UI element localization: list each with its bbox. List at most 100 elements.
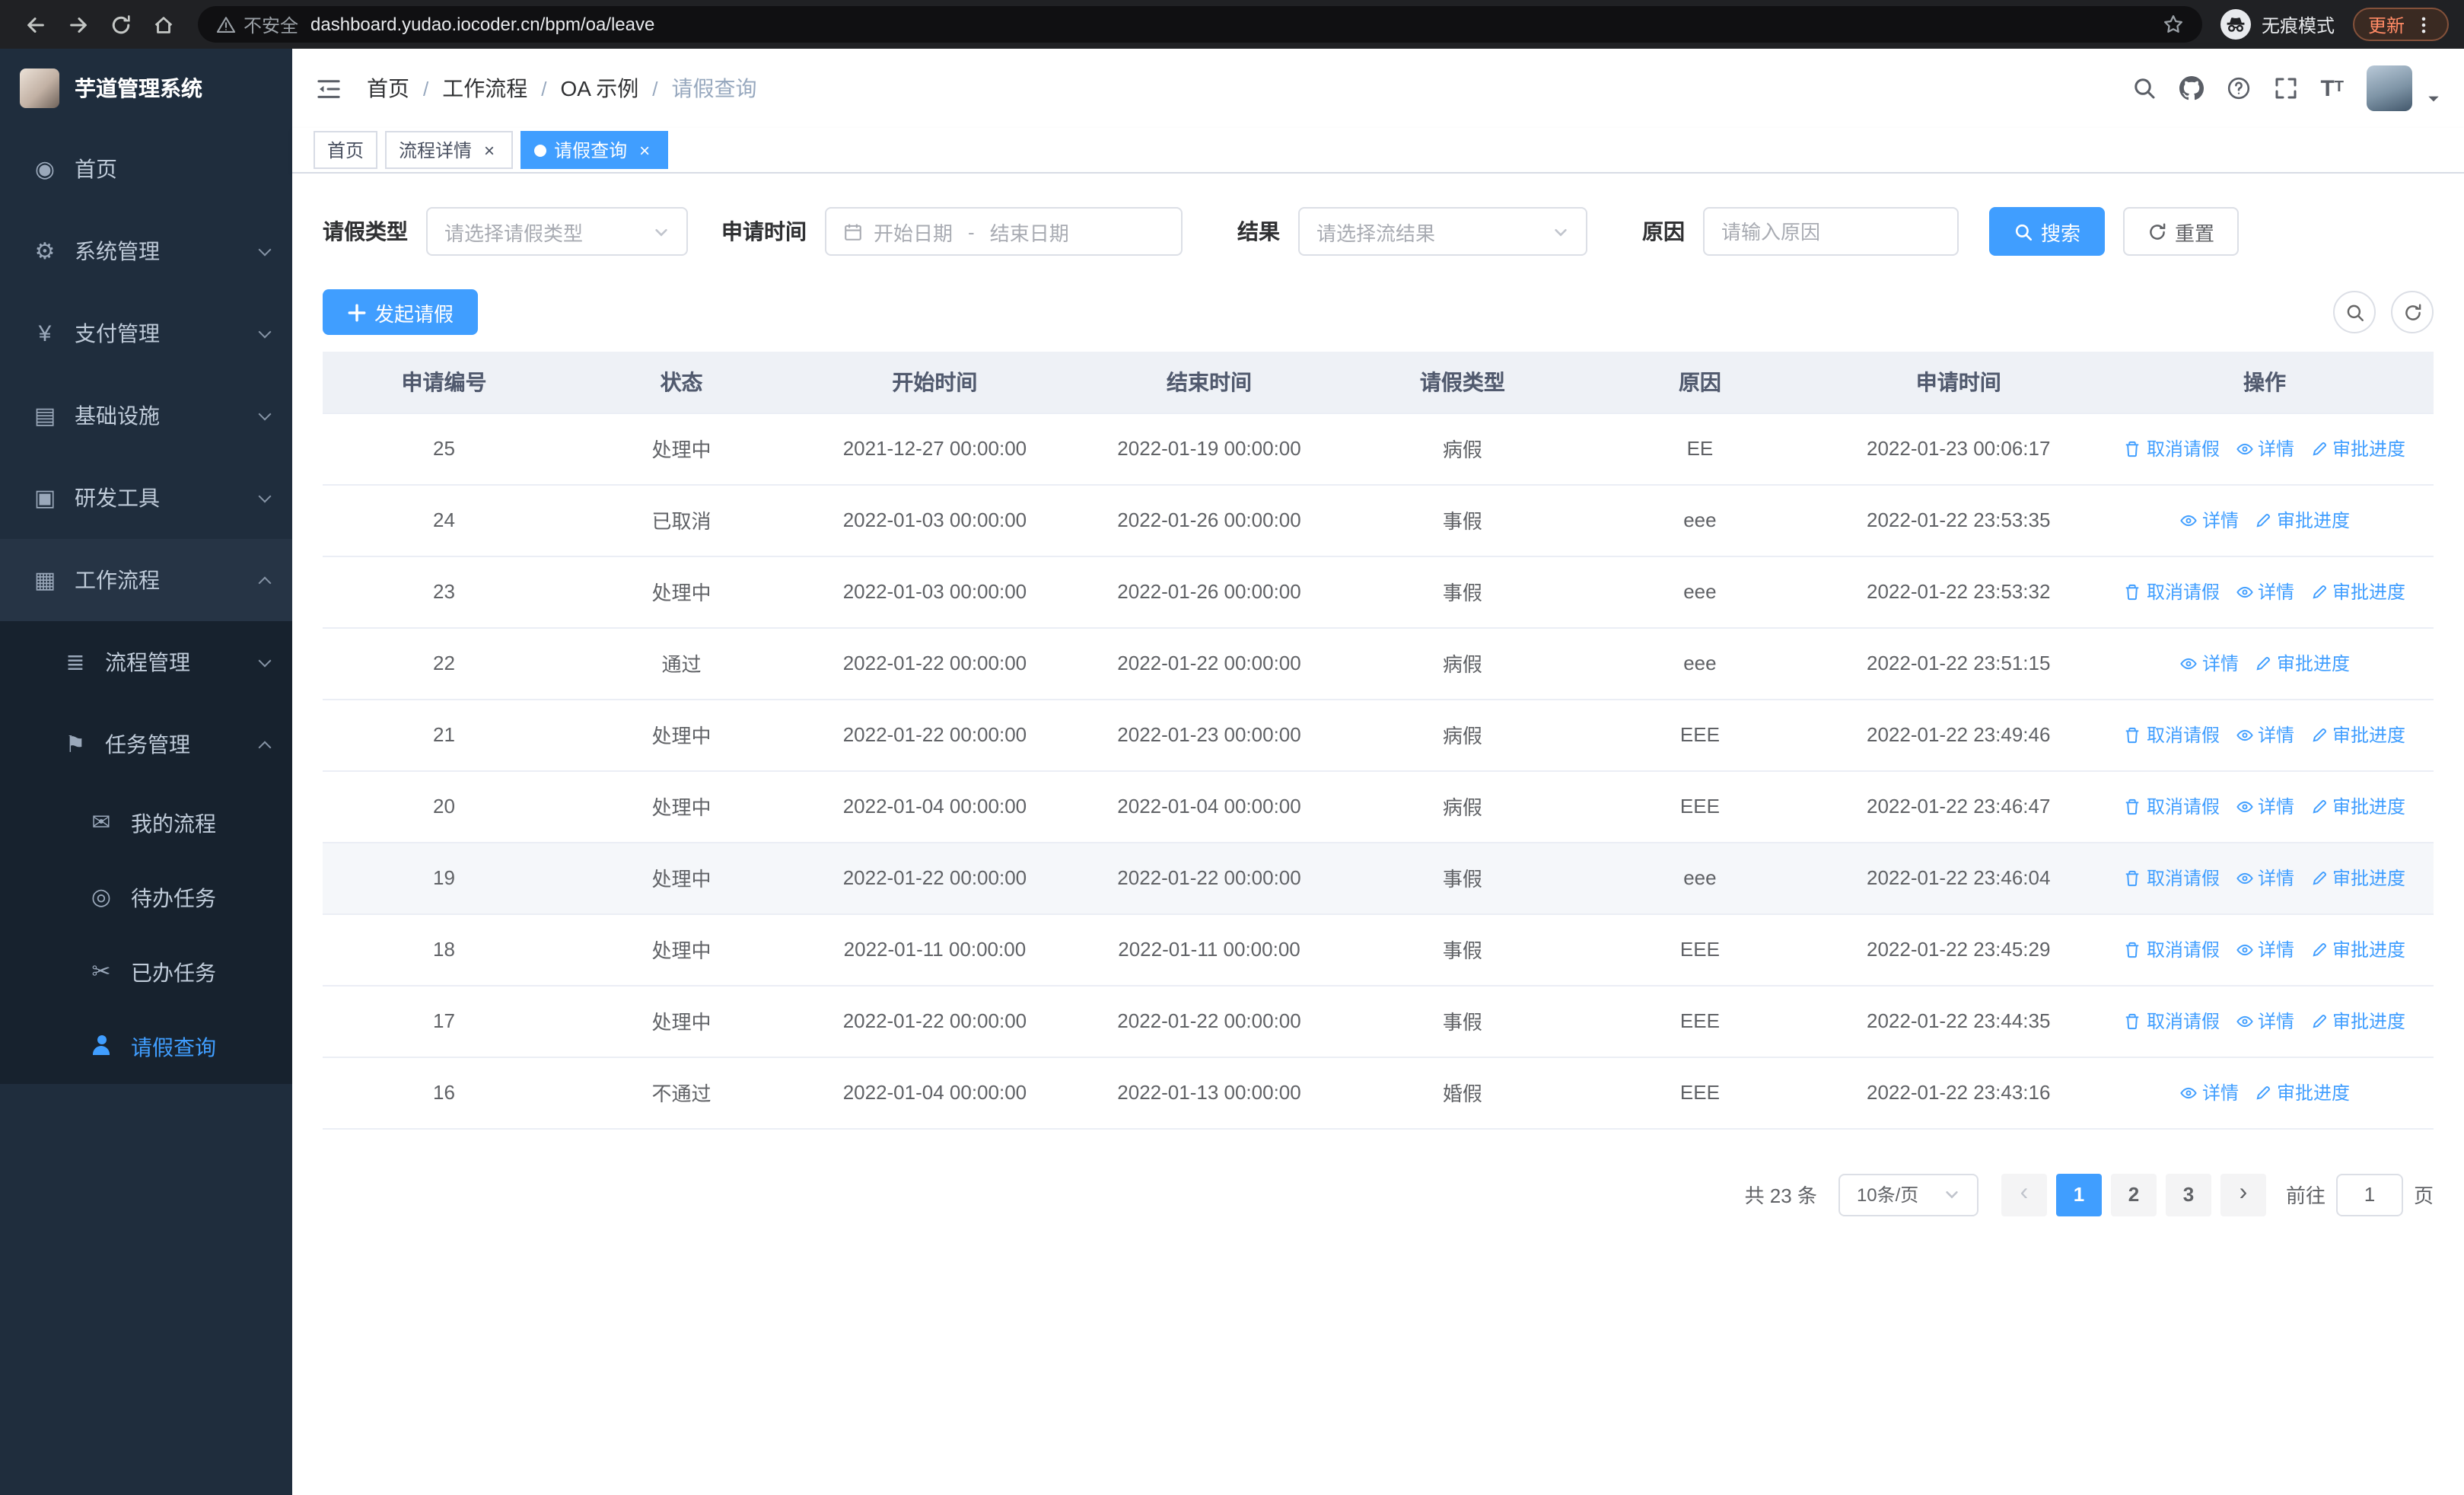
page-button-3[interactable]: 3 [2165, 1173, 2211, 1216]
detail-link[interactable]: 详情 [2235, 1008, 2294, 1034]
approval-progress-link[interactable]: 审批进度 [2310, 865, 2405, 891]
reason-input[interactable] [1721, 220, 1940, 243]
pen-icon [2256, 513, 2270, 527]
cell-apply-time: 2022-01-22 23:46:47 [1821, 770, 2096, 843]
sidebar-item-todo-tasks[interactable]: ◎ 待办任务 [0, 860, 292, 935]
trash-icon [2126, 583, 2140, 600]
sidebar-item-label: 首页 [75, 157, 117, 181]
refresh-table-button[interactable] [2391, 291, 2434, 333]
breadcrumb-item[interactable]: 首页 [367, 73, 409, 104]
tab-leave-query[interactable]: 请假查询 × [520, 131, 669, 169]
sidebar-item-home[interactable]: ◉ 首页 [0, 128, 292, 210]
approval-progress-link[interactable]: 审批进度 [2310, 1008, 2405, 1034]
user-avatar[interactable] [2367, 65, 2412, 111]
github-icon[interactable] [2179, 76, 2204, 100]
pen-icon [2312, 585, 2326, 598]
site-security-chip[interactable]: 不安全 [216, 11, 298, 37]
cancel-leave-link[interactable]: 取消请假 [2124, 722, 2220, 748]
page-size-select[interactable]: 10条/页 [1838, 1173, 1979, 1216]
approval-progress-link[interactable]: 审批进度 [2254, 507, 2350, 533]
cell-leave-type: 事假 [1346, 842, 1579, 914]
detail-link[interactable]: 详情 [2235, 722, 2294, 748]
approval-progress-link[interactable]: 审批进度 [2310, 793, 2405, 819]
chrome-update-button[interactable]: 更新 [2352, 8, 2449, 41]
detail-link[interactable]: 详情 [2235, 579, 2294, 604]
trash-icon [2126, 726, 2140, 743]
breadcrumb-item[interactable]: OA 示例 [561, 73, 639, 104]
help-icon[interactable] [2226, 76, 2250, 100]
reset-button[interactable]: 重置 [2123, 207, 2240, 256]
sidebar-item-payment-management[interactable]: ¥ 支付管理 [0, 292, 292, 375]
detail-link[interactable]: 详情 [2235, 936, 2294, 962]
user-menu-caret-icon[interactable] [2426, 91, 2441, 107]
approval-progress-link[interactable]: 审批进度 [2310, 579, 2405, 604]
approval-progress-link[interactable]: 审批进度 [2254, 1079, 2350, 1105]
cancel-leave-link[interactable]: 取消请假 [2124, 579, 2220, 604]
forward-button[interactable] [58, 5, 97, 44]
tab-process-detail[interactable]: 流程详情 × [385, 131, 514, 169]
sidebar-item-task-management[interactable]: ⚑ 任务管理 [0, 703, 292, 786]
result-select[interactable]: 请选择流结果 [1298, 207, 1587, 256]
sidebar-item-devtools[interactable]: ▣ 研发工具 [0, 457, 292, 539]
sidebar-item-system-management[interactable]: ⚙ 系统管理 [0, 210, 292, 292]
approval-progress-link[interactable]: 审批进度 [2310, 435, 2405, 461]
tab-home[interactable]: 首页 [314, 131, 378, 169]
detail-link[interactable]: 详情 [2235, 793, 2294, 819]
detail-link[interactable]: 详情 [2179, 507, 2239, 533]
trash-icon [2126, 440, 2140, 457]
close-icon[interactable]: × [635, 140, 654, 160]
font-size-icon[interactable]: TT [2320, 77, 2344, 100]
search-icon[interactable] [2131, 76, 2156, 100]
sidebar-item-my-process[interactable]: ✉ 我的流程 [0, 786, 292, 860]
cancel-leave-link[interactable]: 取消请假 [2124, 793, 2220, 819]
breadcrumb-item[interactable]: 工作流程 [442, 73, 527, 104]
detail-link[interactable]: 详情 [2179, 650, 2239, 676]
home-button[interactable] [143, 5, 183, 44]
toggle-search-button[interactable] [2333, 291, 2376, 333]
create-leave-label: 发起请假 [374, 302, 454, 325]
apply-time-range-picker[interactable]: 开始日期 - 结束日期 [825, 207, 1183, 256]
detail-link[interactable]: 详情 [2235, 435, 2294, 461]
process-icon: ≣ [65, 649, 85, 675]
cell-end-time: 2022-01-04 00:00:00 [1071, 770, 1347, 843]
detail-link[interactable]: 详情 [2179, 1079, 2239, 1105]
leave-type-select[interactable]: 请选择请假类型 [426, 207, 688, 256]
cancel-leave-link[interactable]: 取消请假 [2124, 435, 2220, 461]
sidebar-item-process-management[interactable]: ≣ 流程管理 [0, 621, 292, 703]
approval-progress-link[interactable]: 审批进度 [2254, 650, 2350, 676]
close-icon[interactable]: × [479, 140, 499, 160]
back-button[interactable] [15, 5, 55, 44]
sidebar-item-workflow[interactable]: ▦ 工作流程 [0, 539, 292, 621]
table-row: 21 处理中 2022-01-22 00:00:00 2022-01-23 00:00… [323, 699, 2434, 771]
workflow-submenu: ≣ 流程管理 ⚑ 任务管理 ✉ 我的流程 ◎ 待办任务 ✂ 已办任务 请假查询 [0, 621, 292, 1084]
page-button-1[interactable]: 1 [2055, 1173, 2102, 1216]
cell-status: 已取消 [565, 484, 798, 556]
chevron-down-icon [653, 223, 670, 240]
app-logo[interactable]: 芋道管理系统 [0, 49, 292, 128]
cancel-leave-link[interactable]: 取消请假 [2124, 1008, 2220, 1034]
sidebar-collapse-button[interactable] [315, 77, 342, 100]
approval-progress-link[interactable]: 审批进度 [2310, 936, 2405, 962]
page-button-2[interactable]: 2 [2110, 1173, 2157, 1216]
sidebar-item-done-tasks[interactable]: ✂ 已办任务 [0, 935, 292, 1009]
address-bar[interactable]: 不安全 dashboard.yudao.iocoder.cn/bpm/oa/le… [198, 6, 2202, 43]
detail-link[interactable]: 详情 [2235, 865, 2294, 891]
create-leave-button[interactable]: 发起请假 [323, 289, 479, 335]
browser-menu-icon[interactable] [2414, 14, 2434, 34]
goto-page-input[interactable] [2335, 1173, 2403, 1216]
search-button[interactable]: 搜索 [1989, 207, 2106, 256]
bookmark-star-icon[interactable] [2163, 14, 2184, 35]
pen-icon [2312, 1014, 2326, 1028]
fullscreen-icon[interactable] [2273, 76, 2297, 100]
approval-progress-link[interactable]: 审批进度 [2310, 722, 2405, 748]
sidebar-item-infrastructure[interactable]: ▤ 基础设施 [0, 375, 292, 457]
cell-status: 处理中 [565, 556, 798, 628]
prev-page-button[interactable]: ‹ [2001, 1173, 2047, 1216]
sidebar-item-leave-query[interactable]: 请假查询 [0, 1009, 292, 1084]
pen-icon [2312, 441, 2326, 455]
sidebar-item-label: 我的流程 [131, 811, 216, 835]
cancel-leave-link[interactable]: 取消请假 [2124, 936, 2220, 962]
next-page-button[interactable]: › [2220, 1173, 2266, 1216]
cancel-leave-link[interactable]: 取消请假 [2124, 865, 2220, 891]
reload-button[interactable] [100, 5, 140, 44]
